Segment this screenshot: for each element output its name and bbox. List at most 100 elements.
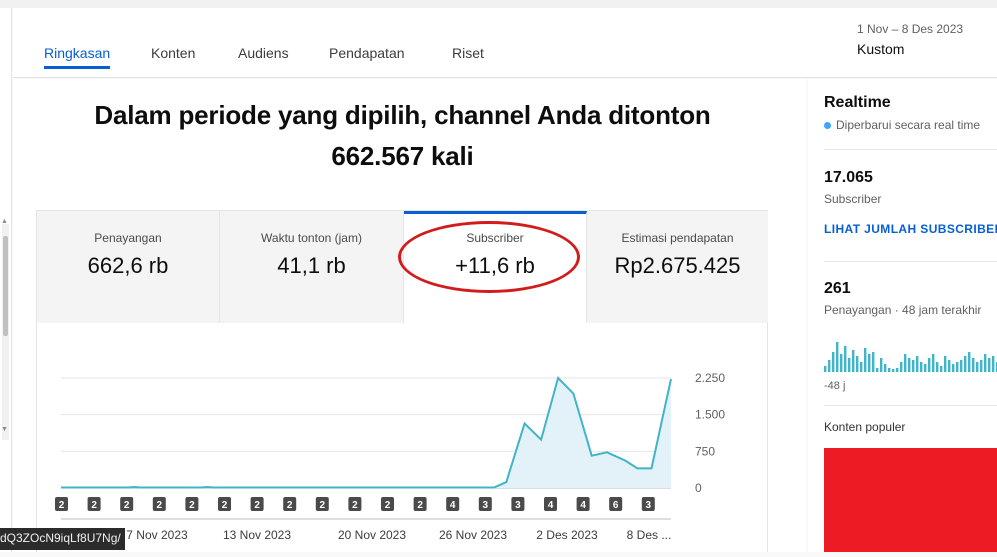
views-48h-minichart	[824, 342, 997, 372]
divider	[824, 261, 997, 262]
minichart-bar	[920, 362, 923, 372]
minichart-bar	[952, 364, 955, 372]
minichart-bar	[936, 362, 939, 372]
annotation-badge-count: 2	[287, 500, 293, 511]
minichart-bar	[888, 368, 891, 372]
metric-card-estimasi-pendapatan[interactable]: Estimasi pendapatan Rp2.675.425	[587, 211, 768, 323]
minichart-bar	[880, 358, 883, 372]
headline-line-2: 662.567 kali	[331, 141, 474, 171]
minichart-bar	[972, 358, 975, 372]
minichart-bar	[896, 368, 899, 372]
y-tick-label: 1.500	[695, 408, 725, 422]
annotation-badge-count: 2	[320, 500, 326, 511]
minichart-bar	[852, 350, 855, 372]
popular-content-label: Konten populer	[824, 420, 906, 434]
headline-line-1: Dalam periode yang dipilih, channel Anda…	[94, 100, 711, 130]
metric-label: Estimasi pendapatan	[621, 231, 734, 245]
views-48h-count: 261	[824, 280, 851, 297]
minichart-axis-label: -48 j	[824, 380, 846, 392]
realtime-title: Realtime	[824, 94, 891, 111]
minichart-bar	[928, 358, 931, 372]
metric-value: 662,6 rb	[87, 253, 169, 278]
annotation-badge-count: 2	[91, 500, 97, 511]
scrollbar-thumb[interactable]	[3, 236, 8, 336]
annotation-badge-count: 3	[483, 500, 489, 511]
tab-bar: Ringkasan Konten Audiens Pendapatan Rise…	[13, 8, 997, 78]
tab-pendapatan[interactable]: Pendapatan	[329, 45, 405, 61]
annotation-badge-count: 2	[124, 500, 130, 511]
minichart-bar	[832, 352, 835, 372]
status-url-tooltip: dQ3ZOcN9iqLf8U7Ng/	[0, 528, 125, 550]
annotation-badge-count: 2	[417, 500, 423, 511]
minichart-bar	[924, 364, 927, 372]
series-area-fill	[61, 378, 671, 488]
annotation-badge-count: 4	[450, 500, 456, 511]
annotation-badge-count: 3	[515, 500, 521, 511]
x-tick-label: 13 Nov 2023	[223, 528, 291, 542]
minichart-bar	[868, 354, 871, 372]
chart-container: 2.250 1.500 750 0 2 2 2 2 2 2 2 2 2 2 2 2 4 3 3 4 4 6 3 7 Nov 2…	[36, 323, 768, 552]
realtime-status-text: Diperbarui secara real time	[836, 118, 981, 132]
minichart-bar	[848, 358, 851, 372]
metric-card-penayangan[interactable]: Penayangan 662,6 rb	[37, 211, 220, 323]
minichart-bar	[856, 356, 859, 372]
minichart-bar	[908, 358, 911, 372]
minichart-bar	[904, 354, 907, 372]
metric-label: Waktu tonton (jam)	[261, 231, 362, 245]
minichart-bar	[944, 356, 947, 372]
metric-card-waktu-tonton[interactable]: Waktu tonton (jam) 41,1 rb	[220, 211, 404, 323]
minichart-bar	[956, 362, 959, 372]
subscriber-chart: 2.250 1.500 750 0 2 2 2 2 2 2 2 2 2 2 2 2 4 3 3 4 4 6 3 7 Nov 2…	[55, 371, 725, 542]
annotation-badge-count: 2	[352, 500, 358, 511]
divider	[824, 149, 997, 150]
annotation-badge-count: 4	[580, 500, 586, 511]
metric-value: Rp2.675.425	[614, 253, 741, 278]
minichart-bar	[968, 352, 971, 372]
minichart-bar	[824, 366, 827, 372]
annotation-badge-count: 6	[613, 500, 619, 511]
minichart-bar	[976, 362, 979, 372]
annotation-badge-count: 2	[385, 500, 391, 511]
minichart-bar	[844, 346, 847, 372]
realtime-status: Diperbarui secara real time	[824, 118, 980, 132]
tab-riset[interactable]: Riset	[452, 45, 484, 61]
y-tick-label: 0	[695, 481, 702, 495]
tab-ringkasan[interactable]: Ringkasan	[44, 45, 110, 61]
active-tab-indicator	[44, 66, 110, 69]
tab-audiens[interactable]: Audiens	[238, 45, 289, 61]
realtime-panel: Realtime Diperbarui secara real time 17.…	[808, 79, 997, 552]
minichart-bar	[876, 368, 879, 372]
annotation-badge-count: 3	[646, 500, 652, 511]
minichart-bar	[984, 354, 987, 372]
annotation-badge-count: 2	[222, 500, 228, 511]
minichart-bar	[860, 362, 863, 372]
tab-konten[interactable]: Konten	[151, 45, 195, 61]
metric-label: Penayangan	[94, 231, 162, 245]
x-tick-label: 26 Nov 2023	[439, 528, 507, 542]
scroll-down-icon[interactable]: ▼	[1, 426, 8, 433]
divider	[824, 405, 997, 406]
x-tick-label: 2 Des 2023	[536, 528, 598, 542]
minichart-bar	[900, 362, 903, 372]
minichart-bar	[916, 356, 919, 372]
see-subscriber-count-link[interactable]: LIHAT JUMLAH SUBSCRIBER	[824, 222, 997, 236]
date-range-label[interactable]: Kustom	[857, 41, 904, 57]
minichart-bar	[980, 360, 983, 372]
minichart-bar	[840, 354, 843, 372]
highlight-circle-annotation	[398, 221, 580, 293]
minichart-bar	[992, 356, 995, 372]
minichart-bar	[960, 360, 963, 372]
views-48h-label: Penayangan · 48 jam terakhir	[824, 303, 982, 317]
minichart-bar	[932, 354, 935, 372]
minichart-bar	[864, 348, 867, 372]
minichart-bar	[912, 360, 915, 372]
scroll-up-icon[interactable]: ▲	[1, 218, 8, 225]
live-dot-icon	[824, 122, 831, 129]
annotation-badge-count: 2	[157, 500, 163, 511]
top-strip	[0, 0, 997, 8]
y-tick-label: 2.250	[695, 371, 725, 385]
overview-panel: Dalam periode yang dipilih, channel Anda…	[13, 79, 806, 552]
subscriber-label: Subscriber	[824, 192, 882, 206]
date-range-text[interactable]: 1 Nov – 8 Des 2023	[857, 22, 963, 36]
popular-content-thumbnail[interactable]	[824, 448, 997, 552]
